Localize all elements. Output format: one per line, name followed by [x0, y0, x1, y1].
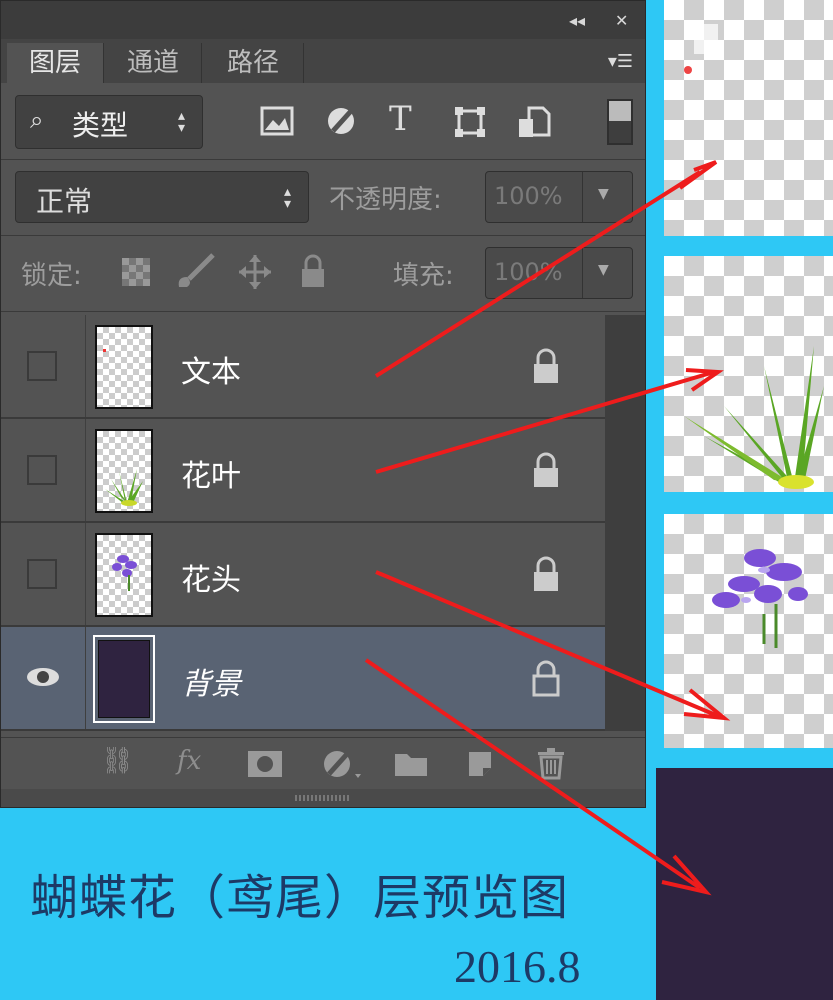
- annotation-arrows: [364, 160, 731, 896]
- arrow-background-to-preview: [364, 658, 702, 890]
- arrow-flower-to-preview: [375, 570, 719, 718]
- caption-date: 2016.8: [454, 941, 581, 992]
- arrow-text-to-preview: [374, 170, 702, 378]
- arrow-leaves-to-preview: [375, 370, 715, 474]
- caption-title: 蝴蝶花（鸢尾）层预览图: [30, 870, 570, 926]
